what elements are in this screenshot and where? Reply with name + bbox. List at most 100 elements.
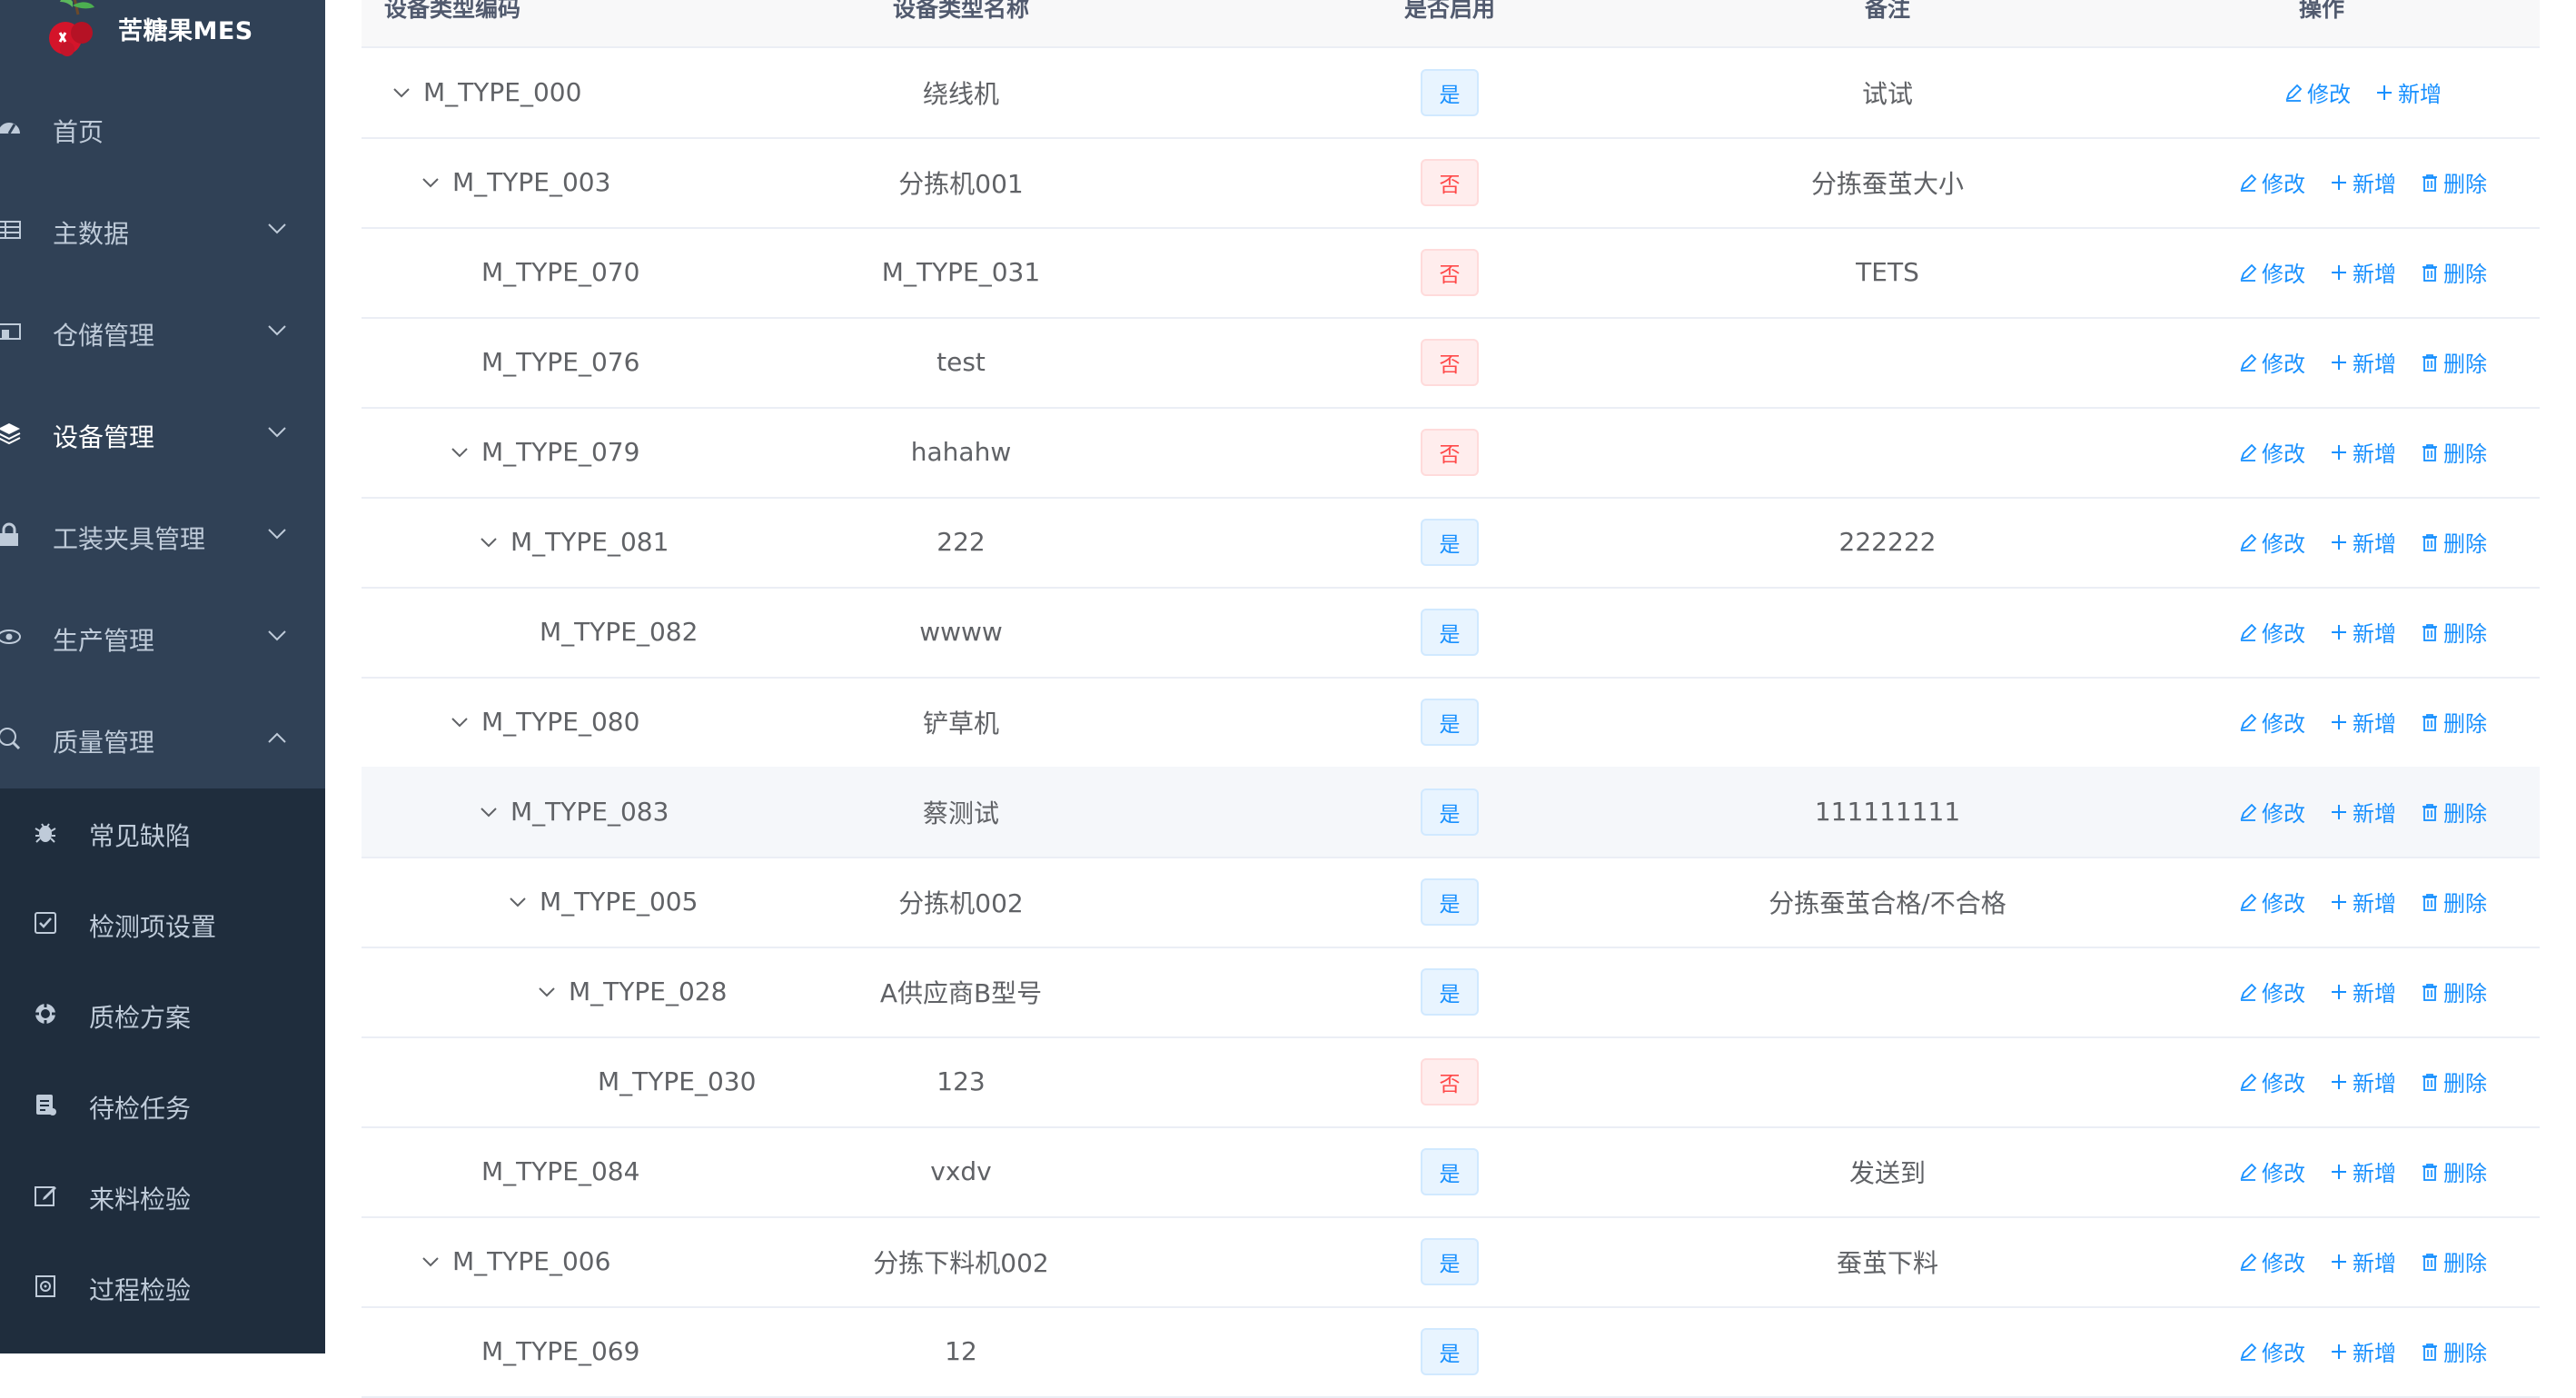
- chevron-down-icon: [267, 629, 287, 641]
- add-button[interactable]: 新增: [2329, 166, 2396, 198]
- delete-button[interactable]: 删除: [2420, 1245, 2487, 1277]
- expand-chevron-icon[interactable]: [418, 1249, 443, 1274]
- add-button[interactable]: 新增: [2329, 346, 2396, 378]
- app-title: 苦糖果MES: [118, 17, 253, 45]
- table-row: M_TYPE_070 M_TYPE_031 否 TETS 修改 新增 删除: [362, 227, 2540, 319]
- warehouse-icon: [0, 319, 22, 344]
- delete-button[interactable]: 删除: [2420, 706, 2487, 738]
- main-content: 设备类型编码 设备类型名称 是否启用 备注 操作 M_TYPE_000 绕线机是试…: [325, 0, 2576, 1398]
- delete-button[interactable]: 删除: [2420, 526, 2487, 558]
- submenu-item-4[interactable]: 来料检验: [0, 1152, 325, 1243]
- add-button[interactable]: 新增: [2329, 1066, 2396, 1097]
- delete-button[interactable]: 删除: [2420, 436, 2487, 468]
- logo[interactable]: 苦糖果MES: [0, 0, 325, 56]
- edit-button[interactable]: 修改: [2238, 166, 2305, 198]
- edit-button[interactable]: 修改: [2238, 1335, 2305, 1367]
- sidebar-item-label: 质量管理: [53, 728, 155, 758]
- edit-label: 修改: [2262, 621, 2305, 647]
- sidebar-item-6[interactable]: 质量管理: [0, 689, 325, 788]
- edit-button[interactable]: 修改: [2238, 616, 2305, 648]
- edit-icon: [2238, 1252, 2262, 1272]
- add-button[interactable]: 新增: [2329, 1335, 2396, 1367]
- edit-button[interactable]: 修改: [2238, 256, 2305, 288]
- add-icon: [2329, 1342, 2353, 1362]
- edit-button[interactable]: 修改: [2284, 76, 2351, 108]
- add-button[interactable]: 新增: [2329, 256, 2396, 288]
- delete-button[interactable]: 删除: [2420, 796, 2487, 828]
- add-button[interactable]: 新增: [2374, 76, 2442, 108]
- edit-button[interactable]: 修改: [2238, 526, 2305, 558]
- add-button[interactable]: 新增: [2329, 616, 2396, 648]
- add-button[interactable]: 新增: [2329, 1245, 2396, 1277]
- expand-chevron-icon[interactable]: [476, 530, 501, 555]
- edit-button[interactable]: 修改: [2238, 1245, 2305, 1277]
- sidebar-item-5[interactable]: 生产管理: [0, 587, 325, 687]
- edit-button[interactable]: 修改: [2238, 1066, 2305, 1097]
- cell-enabled: 是: [1421, 1126, 1479, 1216]
- expand-chevron-icon[interactable]: [505, 889, 530, 915]
- delete-button[interactable]: 删除: [2420, 346, 2487, 378]
- delete-button[interactable]: 删除: [2420, 1066, 2487, 1097]
- add-button[interactable]: 新增: [2329, 886, 2396, 917]
- add-button[interactable]: 新增: [2329, 706, 2396, 738]
- cell-code: M_TYPE_005: [505, 857, 698, 947]
- expand-chevron-icon[interactable]: [418, 170, 443, 195]
- add-button[interactable]: 新增: [2329, 976, 2396, 1007]
- status-badge: 是: [1421, 68, 1479, 116]
- add-button[interactable]: 新增: [2329, 436, 2396, 468]
- expand-chevron-icon[interactable]: [389, 80, 414, 105]
- delete-icon: [2420, 532, 2443, 552]
- cell-actions: 修改 新增 删除: [2238, 1036, 2511, 1126]
- delete-button[interactable]: 删除: [2420, 256, 2487, 288]
- submenu-item-5[interactable]: 过程检验: [0, 1243, 325, 1334]
- add-button[interactable]: 新增: [2329, 796, 2396, 828]
- sidebar-item-2[interactable]: 仓储管理: [0, 282, 325, 382]
- submenu-item-1[interactable]: 检测项设置: [0, 879, 325, 970]
- cell-actions: 修改 新增 删除: [2238, 407, 2511, 497]
- delete-button[interactable]: 删除: [2420, 1335, 2487, 1367]
- edit-button[interactable]: 修改: [2238, 886, 2305, 917]
- delete-button[interactable]: 删除: [2420, 616, 2487, 648]
- sidebar-item-0[interactable]: 首页: [0, 78, 325, 178]
- cell-code: M_TYPE_079: [447, 407, 639, 497]
- cell-enabled: 是: [1421, 857, 1479, 947]
- delete-label: 删除: [2443, 891, 2487, 917]
- delete-button[interactable]: 删除: [2420, 1155, 2487, 1187]
- add-button[interactable]: 新增: [2329, 526, 2396, 558]
- status-badge: 是: [1421, 1147, 1479, 1195]
- edit-button[interactable]: 修改: [2238, 706, 2305, 738]
- edit-button[interactable]: 修改: [2238, 1155, 2305, 1187]
- edit-button[interactable]: 修改: [2238, 796, 2305, 828]
- code-text: M_TYPE_069: [481, 1336, 640, 1366]
- expand-chevron-icon[interactable]: [534, 979, 560, 1005]
- edit-label: 修改: [2262, 531, 2305, 557]
- add-button[interactable]: 新增: [2329, 1155, 2396, 1187]
- sidebar-item-1[interactable]: 主数据: [0, 180, 325, 280]
- submenu-item-0[interactable]: 常见缺陷: [0, 788, 325, 879]
- code-text: M_TYPE_076: [481, 347, 640, 377]
- delete-button[interactable]: 删除: [2420, 976, 2487, 1007]
- expand-chevron-icon[interactable]: [447, 709, 472, 735]
- sidebar-item-4[interactable]: 工装夹具管理: [0, 485, 325, 585]
- sidebar-item-3[interactable]: 设备管理: [0, 383, 325, 483]
- cell-remark: 222222: [1838, 527, 1937, 557]
- delete-button[interactable]: 删除: [2420, 886, 2487, 917]
- delete-button[interactable]: 删除: [2420, 166, 2487, 198]
- status-badge: 否: [1421, 248, 1479, 296]
- edit-button[interactable]: 修改: [2238, 976, 2305, 1007]
- submenu-item-3[interactable]: 待检任务: [0, 1061, 325, 1152]
- status-badge: 是: [1421, 698, 1479, 746]
- cell-actions: 修改 新增 删除: [2238, 137, 2511, 227]
- lock-icon: [0, 522, 22, 548]
- expand-chevron-icon[interactable]: [476, 799, 501, 825]
- edit-label: 修改: [2262, 1341, 2305, 1366]
- edit-icon: [2284, 83, 2307, 103]
- process-icon: [33, 1274, 58, 1299]
- delete-label: 删除: [2443, 172, 2487, 197]
- submenu-item-2[interactable]: 质检方案: [0, 970, 325, 1061]
- edit-button[interactable]: 修改: [2238, 346, 2305, 378]
- table-icon: [0, 217, 22, 243]
- edit-button[interactable]: 修改: [2238, 436, 2305, 468]
- quality-icon: [0, 726, 22, 751]
- expand-chevron-icon[interactable]: [447, 440, 472, 465]
